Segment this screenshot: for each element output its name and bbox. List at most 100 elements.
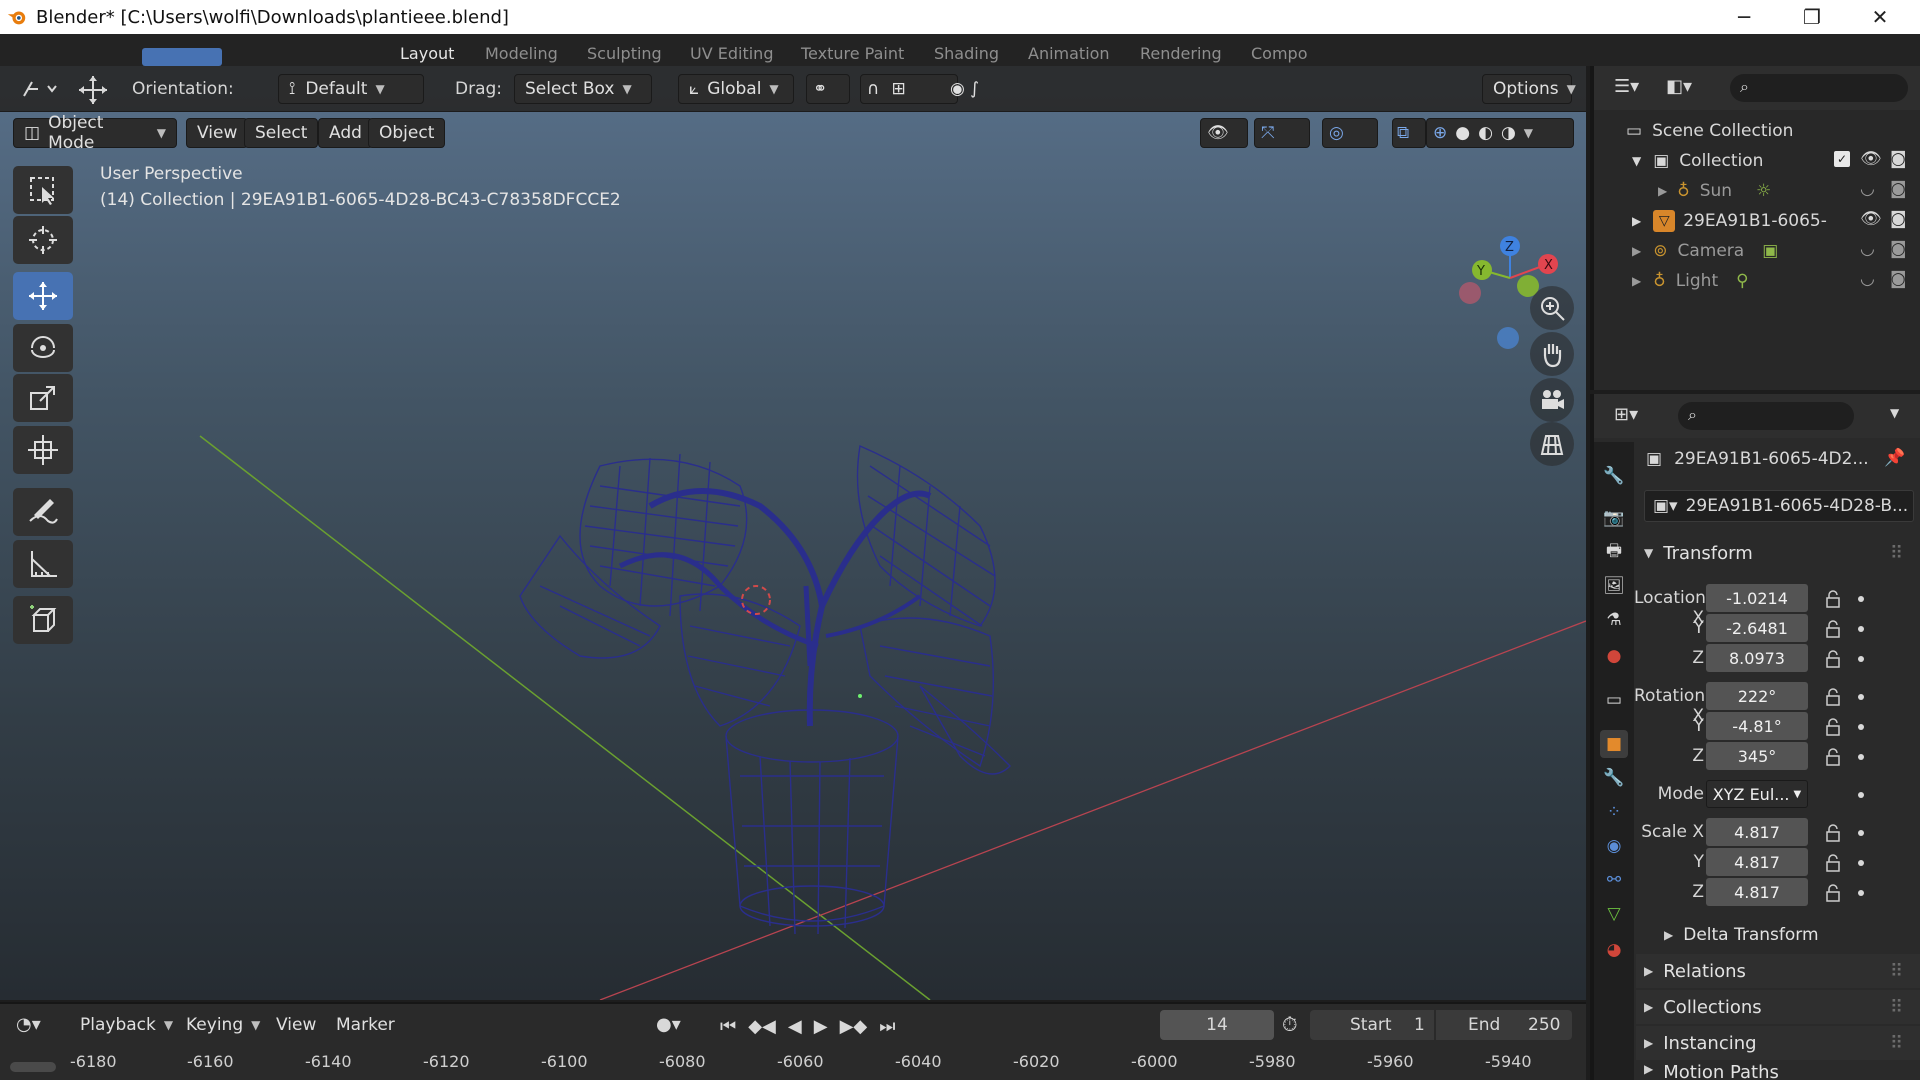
location-y-field[interactable]: -2.6481: [1706, 614, 1808, 642]
camera-render-icon[interactable]: ◙: [1890, 179, 1907, 199]
delta-transform-panel-header[interactable]: ▶ Delta Transform: [1656, 918, 1920, 952]
tool-select-box[interactable]: [13, 166, 73, 214]
tool-annotate[interactable]: [13, 488, 73, 536]
lock-icon[interactable]: [1824, 748, 1842, 766]
camera-render-icon[interactable]: ◙: [1890, 269, 1907, 289]
outliner-item-mesh[interactable]: ▶ ▽ 29EA91B1-6065- 👁 ◙: [1594, 206, 1920, 236]
collections-panel-header[interactable]: ▶ Collections ⠿: [1636, 990, 1920, 1024]
menu-add[interactable]: Add: [318, 118, 373, 148]
expand-arrow-icon[interactable]: ▶: [1658, 184, 1667, 198]
lock-icon[interactable]: [1824, 824, 1842, 842]
instancing-panel-header[interactable]: ▶ Instancing ⠿: [1636, 1026, 1920, 1060]
record-keyframe-icon[interactable]: ●▾: [656, 1014, 681, 1035]
stopwatch-icon[interactable]: ⏱: [1282, 1012, 1298, 1036]
camera-render-icon[interactable]: ◙: [1890, 209, 1907, 229]
playback-menu[interactable]: Playback ▼: [70, 1010, 183, 1040]
keying-menu[interactable]: Keying ▼: [176, 1010, 270, 1040]
chevron-down-icon[interactable]: ▼: [1524, 126, 1533, 140]
play-icon[interactable]: ▶: [814, 1016, 828, 1037]
properties-editor-type-icon[interactable]: ⊞▾: [1614, 404, 1638, 425]
eye-closed-icon[interactable]: ◡: [1860, 179, 1875, 199]
tool-scale[interactable]: [13, 374, 73, 422]
outliner-item-collection[interactable]: ▼ ▣ Collection ✓ 👁 ◙: [1594, 146, 1920, 176]
gizmo-toggle[interactable]: ⤧: [1254, 118, 1310, 148]
pivot-point-button[interactable]: ⚭: [806, 74, 850, 104]
tab-rendering[interactable]: Rendering: [1140, 44, 1222, 63]
outliner-search-input[interactable]: ⌕: [1730, 74, 1908, 102]
camera-render-icon[interactable]: ◙: [1890, 239, 1907, 259]
camera-view-button[interactable]: [1530, 378, 1574, 422]
solid-shading-icon[interactable]: ●: [1455, 123, 1470, 143]
lock-icon[interactable]: [1824, 620, 1842, 638]
tool-measure[interactable]: [13, 540, 73, 588]
transform-panel-header[interactable]: ▼ Transform ⠿: [1636, 536, 1920, 570]
lock-icon[interactable]: [1824, 718, 1842, 736]
camera-render-icon[interactable]: ◙: [1890, 149, 1907, 169]
pin-icon[interactable]: 📌: [1884, 448, 1905, 468]
rendered-shading-icon[interactable]: ◑: [1501, 123, 1516, 143]
keyframe-dot-icon[interactable]: [1858, 626, 1864, 632]
marker-menu[interactable]: Marker: [326, 1010, 405, 1040]
jump-start-icon[interactable]: ⏮: [720, 1016, 736, 1037]
view-layer-tab-icon[interactable]: 🖼: [1600, 572, 1628, 600]
restore-button[interactable]: ❐: [1778, 0, 1846, 34]
tool-cursor[interactable]: [13, 216, 73, 264]
outliner-item-sun[interactable]: ▶ ♁ Sun ☼ ◡ ◙: [1594, 176, 1920, 206]
editor-type-icon[interactable]: [20, 76, 60, 102]
scale-z-field[interactable]: 4.817: [1706, 878, 1808, 906]
lock-icon[interactable]: [1824, 590, 1842, 608]
eye-icon[interactable]: 👁: [1860, 149, 1882, 169]
lock-icon[interactable]: [1824, 854, 1842, 872]
scene-tab-icon[interactable]: ⚗: [1600, 606, 1628, 634]
menu-view[interactable]: View: [186, 118, 249, 148]
play-reverse-icon[interactable]: ◀: [788, 1016, 802, 1037]
tool-transform[interactable]: [13, 426, 73, 474]
proportional-edit-toggle[interactable]: ◉ ∫: [944, 74, 1018, 104]
current-frame-field[interactable]: 14: [1160, 1010, 1274, 1040]
outliner-editor-type-icon[interactable]: ☰▾: [1614, 76, 1639, 97]
drag-handle-icon[interactable]: ⠿: [1890, 1033, 1903, 1054]
properties-search-input[interactable]: ⌕: [1678, 402, 1854, 430]
rotation-y-field[interactable]: -4.81°: [1706, 712, 1808, 740]
outliner-item-camera[interactable]: ▶ ⊚ Camera ▣ ◡ ◙: [1594, 236, 1920, 266]
keyframe-dot-icon[interactable]: [1858, 656, 1864, 662]
drag-handle-icon[interactable]: ⠿: [1890, 961, 1903, 982]
object-tab-icon[interactable]: ■: [1600, 730, 1628, 758]
orientation-dropdown[interactable]: ⟟ Default ▼: [278, 74, 424, 104]
outliner-scene-collection[interactable]: ▭ Scene Collection: [1594, 116, 1920, 146]
next-keyframe-icon[interactable]: ▶◆: [840, 1016, 868, 1037]
eye-closed-icon[interactable]: ◡: [1860, 269, 1875, 289]
physics-tab-icon[interactable]: ◉: [1600, 832, 1628, 860]
render-tab-icon[interactable]: 📷: [1600, 504, 1628, 532]
location-x-field[interactable]: -1.0214: [1706, 584, 1808, 612]
tool-rotate[interactable]: [13, 324, 73, 372]
transform-space-dropdown[interactable]: ⟀ Global ▼: [678, 74, 794, 104]
constraints-tab-icon[interactable]: ⚯: [1600, 866, 1628, 894]
material-shading-icon[interactable]: ◐: [1478, 123, 1493, 143]
menu-select[interactable]: Select: [244, 118, 319, 148]
drag-dropdown[interactable]: Select Box ▼: [514, 74, 652, 104]
tab-sculpting[interactable]: Sculpting: [587, 44, 662, 63]
eye-closed-icon[interactable]: ◡: [1860, 239, 1875, 259]
minimize-button[interactable]: ─: [1710, 0, 1778, 34]
tab-uv-editing[interactable]: UV Editing: [690, 44, 773, 63]
tab-compositing[interactable]: Compo: [1251, 44, 1308, 63]
pan-button[interactable]: [1530, 332, 1574, 376]
start-frame-field[interactable]: Start 1: [1310, 1010, 1434, 1040]
scale-y-field[interactable]: 4.817: [1706, 848, 1808, 876]
tool-add-cube[interactable]: [13, 596, 73, 644]
drag-handle-icon[interactable]: ⠿: [1890, 997, 1903, 1018]
rotation-mode-dropdown[interactable]: XYZ Eul... ▼: [1706, 780, 1808, 808]
material-tab-icon[interactable]: ◕: [1600, 936, 1628, 964]
close-button[interactable]: ✕: [1846, 0, 1914, 34]
tab-texture-paint[interactable]: Texture Paint: [801, 44, 904, 63]
collection-tab-icon[interactable]: ▭: [1600, 686, 1628, 714]
menu-object[interactable]: Object: [368, 118, 446, 148]
options-dropdown[interactable]: Options ▼: [1482, 74, 1576, 104]
outliner-item-light[interactable]: ▶ ♁ Light ⚲ ◡ ◙: [1594, 266, 1920, 296]
expand-arrow-icon[interactable]: ▼: [1632, 154, 1641, 168]
output-tab-icon[interactable]: 🖶: [1600, 538, 1628, 566]
tab-animation[interactable]: Animation: [1028, 44, 1110, 63]
overlay-toggle[interactable]: ◎: [1322, 118, 1378, 148]
rotation-x-field[interactable]: 222°: [1706, 682, 1808, 710]
